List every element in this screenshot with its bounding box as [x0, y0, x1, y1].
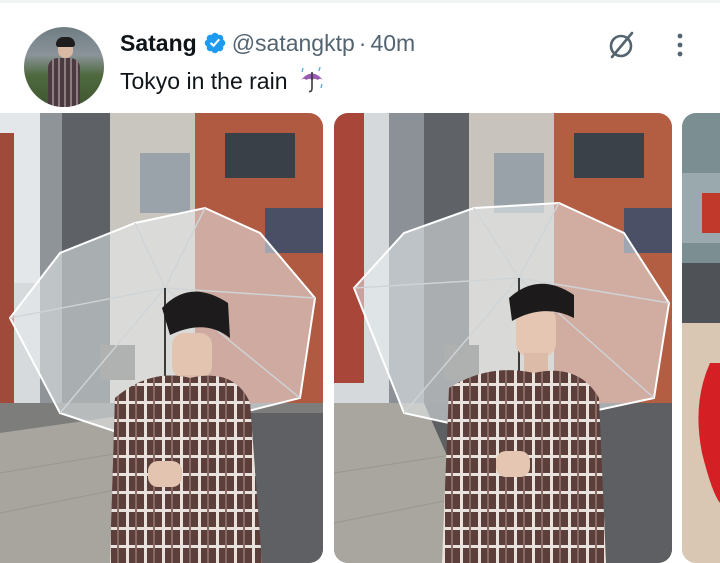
- media-photo-1[interactable]: [0, 113, 323, 563]
- author-display-name[interactable]: Satang: [120, 30, 197, 57]
- more-vertical-dots-icon[interactable]: [668, 31, 692, 59]
- tweet-text-content: Tokyo in the rain: [120, 68, 288, 94]
- avatar-figure-body: [48, 58, 80, 107]
- avatar-figure-hair: [56, 37, 75, 47]
- verified-badge-icon[interactable]: [203, 31, 227, 55]
- top-divider: [0, 0, 720, 3]
- media-photo-3[interactable]: [682, 113, 720, 563]
- media-photo-2[interactable]: [334, 113, 672, 563]
- tweet-text: Tokyo in the rain: [120, 66, 326, 96]
- photo-partial-3: [682, 113, 720, 563]
- grok-slash-circle-icon[interactable]: [604, 28, 638, 62]
- avatar[interactable]: [24, 27, 104, 107]
- tweet-header: Satang @satangktp · 40m: [120, 29, 415, 57]
- umbrella-rain-emoji-icon: [300, 66, 323, 93]
- photo-umbrella-street-1: [0, 113, 323, 563]
- photo-umbrella-street-2: [334, 113, 672, 563]
- timestamp[interactable]: 40m: [370, 30, 415, 57]
- author-handle[interactable]: @satangktp: [232, 30, 355, 57]
- separator-dot: ·: [358, 29, 367, 56]
